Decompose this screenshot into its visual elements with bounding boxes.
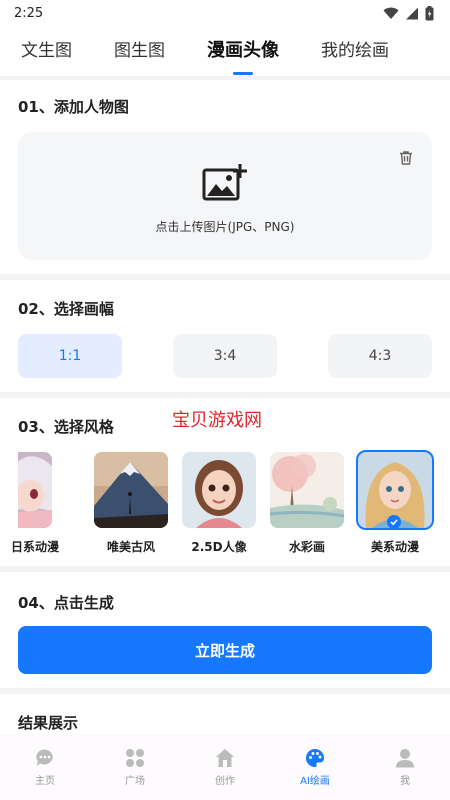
style-card-2-5d-portrait[interactable]: [182, 452, 256, 528]
battery-icon: [425, 5, 434, 20]
style-label-2-5d-portrait: 2.5D人像: [191, 540, 247, 554]
upload-section-title: 01、添加人物图: [18, 98, 129, 116]
nav-label-ai-drawing: AI绘画: [300, 776, 330, 787]
style-label-ancient-style: 唯美古风: [106, 540, 155, 554]
nav-home[interactable]: 主页: [0, 734, 90, 800]
tab-comic-avatar[interactable]: 漫画头像: [207, 36, 279, 62]
add-image-icon: [202, 164, 247, 201]
status-time: 2:25: [14, 5, 44, 21]
generate-section: 04、点击生成 立即生成: [0, 572, 450, 688]
ratio-option-4-3[interactable]: 4:3: [328, 334, 432, 378]
status-bar: 2:25: [0, 0, 450, 26]
style-card-watercolor[interactable]: [270, 452, 344, 528]
trash-icon[interactable]: [398, 150, 414, 166]
ratio-section-title: 02、选择画幅: [18, 300, 114, 318]
style-section-title: 03、选择风格: [18, 418, 114, 436]
style-label-watercolor: 水彩画: [288, 540, 325, 554]
generate-button[interactable]: 立即生成: [18, 626, 432, 674]
status-icons: [383, 5, 434, 21]
watermark-text: 宝贝游戏网: [172, 410, 262, 431]
style-label-american-anime: 美系动漫: [370, 540, 419, 554]
ratio-option-1-1[interactable]: 1:1: [18, 334, 122, 378]
generate-section-title: 04、点击生成: [18, 594, 114, 612]
active-tab-indicator: [233, 72, 253, 75]
home-icon: [216, 749, 234, 767]
style-card-japanese-anime[interactable]: [18, 452, 52, 528]
nav-me[interactable]: 我: [360, 734, 450, 800]
grid-icon: [126, 749, 144, 767]
nav-label-square: 广场: [125, 776, 145, 787]
nav-create[interactable]: 创作: [180, 734, 270, 800]
nav-label-home: 主页: [35, 776, 55, 787]
ratio-section: 02、选择画幅 1:1 3:4 4:3: [0, 280, 450, 392]
chat-bubble-icon: [36, 749, 53, 766]
nav-label-create: 创作: [215, 776, 235, 787]
ratio-option-3-4[interactable]: 3:4: [173, 334, 277, 378]
tab-my-drawings[interactable]: 我的绘画: [321, 36, 389, 61]
selected-check-icon: [387, 515, 401, 529]
signal-icon: [406, 7, 418, 19]
result-section: 结果展示: [0, 694, 450, 734]
style-section: 03、选择风格 宝贝游戏网 日系动漫 唯美古风 2.5D人像 水彩画 美系动漫: [0, 398, 450, 566]
style-label-japanese-anime: 日系动漫: [10, 540, 59, 554]
japanese-anime-thumbnail: [18, 452, 52, 528]
upload-section: 01、添加人物图 点击上传图片(JPG、PNG): [0, 80, 450, 274]
palette-icon: [306, 749, 325, 767]
result-section-title: 结果展示: [18, 714, 79, 732]
nav-ai-drawing[interactable]: AI绘画: [270, 734, 360, 800]
person-icon: [396, 749, 414, 768]
style-card-ancient-style[interactable]: [94, 452, 168, 528]
top-tab-bar: 文生图 图生图 漫画头像 我的绘画: [0, 26, 450, 76]
nav-square[interactable]: 广场: [90, 734, 180, 800]
nav-label-me: 我: [400, 776, 410, 787]
upload-hint: 点击上传图片(JPG、PNG): [155, 220, 295, 234]
watercolor-thumbnail: [270, 452, 344, 528]
bottom-nav: 主页 广场 创作 AI绘画 我: [0, 734, 450, 800]
tab-text-to-image[interactable]: 文生图: [21, 36, 72, 61]
wifi-icon: [383, 7, 399, 19]
ancient-style-thumbnail: [94, 452, 168, 528]
upload-box[interactable]: 点击上传图片(JPG、PNG): [18, 132, 432, 260]
tab-image-to-image[interactable]: 图生图: [114, 36, 165, 61]
2-5d-portrait-thumbnail: [182, 452, 256, 528]
